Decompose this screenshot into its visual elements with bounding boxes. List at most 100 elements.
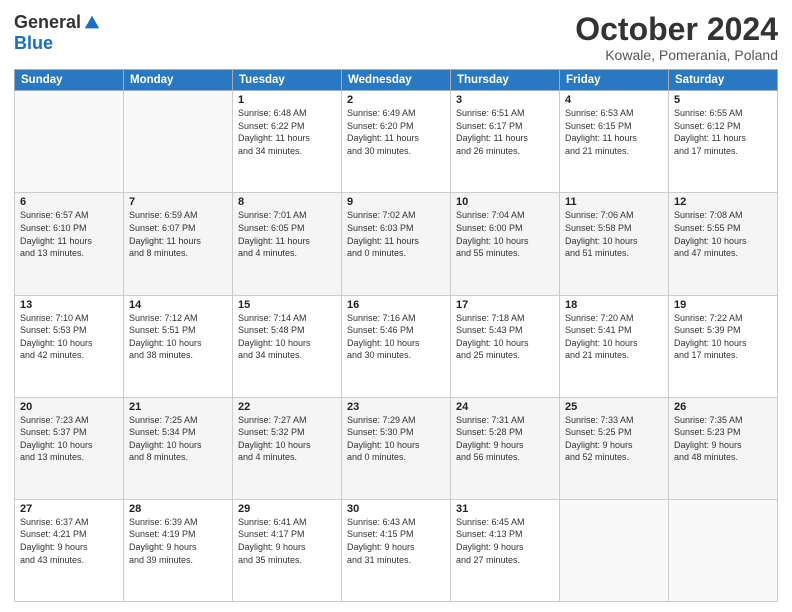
day-info: Sunrise: 6:55 AMSunset: 6:12 PMDaylight:… — [674, 107, 772, 157]
day-cell: 24Sunrise: 7:31 AMSunset: 5:28 PMDayligh… — [451, 397, 560, 499]
day-cell: 23Sunrise: 7:29 AMSunset: 5:30 PMDayligh… — [342, 397, 451, 499]
day-info: Sunrise: 7:06 AMSunset: 5:58 PMDaylight:… — [565, 209, 663, 259]
day-number: 22 — [238, 401, 336, 413]
day-cell: 20Sunrise: 7:23 AMSunset: 5:37 PMDayligh… — [15, 397, 124, 499]
day-cell — [15, 91, 124, 193]
day-number: 4 — [565, 94, 663, 106]
day-info: Sunrise: 7:18 AMSunset: 5:43 PMDaylight:… — [456, 312, 554, 362]
day-cell — [124, 91, 233, 193]
day-cell: 1Sunrise: 6:48 AMSunset: 6:22 PMDaylight… — [233, 91, 342, 193]
day-cell: 21Sunrise: 7:25 AMSunset: 5:34 PMDayligh… — [124, 397, 233, 499]
col-header-sunday: Sunday — [15, 70, 124, 91]
day-cell: 11Sunrise: 7:06 AMSunset: 5:58 PMDayligh… — [560, 193, 669, 295]
day-cell: 13Sunrise: 7:10 AMSunset: 5:53 PMDayligh… — [15, 295, 124, 397]
day-cell: 30Sunrise: 6:43 AMSunset: 4:15 PMDayligh… — [342, 499, 451, 601]
day-number: 6 — [20, 196, 118, 208]
week-row-0: 1Sunrise: 6:48 AMSunset: 6:22 PMDaylight… — [15, 91, 778, 193]
col-header-friday: Friday — [560, 70, 669, 91]
day-number: 19 — [674, 299, 772, 311]
day-cell: 31Sunrise: 6:45 AMSunset: 4:13 PMDayligh… — [451, 499, 560, 601]
day-cell: 28Sunrise: 6:39 AMSunset: 4:19 PMDayligh… — [124, 499, 233, 601]
col-header-tuesday: Tuesday — [233, 70, 342, 91]
day-cell: 2Sunrise: 6:49 AMSunset: 6:20 PMDaylight… — [342, 91, 451, 193]
day-cell — [560, 499, 669, 601]
day-cell: 25Sunrise: 7:33 AMSunset: 5:25 PMDayligh… — [560, 397, 669, 499]
day-cell: 3Sunrise: 6:51 AMSunset: 6:17 PMDaylight… — [451, 91, 560, 193]
day-number: 16 — [347, 299, 445, 311]
day-number: 12 — [674, 196, 772, 208]
day-cell: 7Sunrise: 6:59 AMSunset: 6:07 PMDaylight… — [124, 193, 233, 295]
week-row-2: 13Sunrise: 7:10 AMSunset: 5:53 PMDayligh… — [15, 295, 778, 397]
day-info: Sunrise: 7:02 AMSunset: 6:03 PMDaylight:… — [347, 209, 445, 259]
day-cell: 4Sunrise: 6:53 AMSunset: 6:15 PMDaylight… — [560, 91, 669, 193]
day-cell: 8Sunrise: 7:01 AMSunset: 6:05 PMDaylight… — [233, 193, 342, 295]
page: General Blue October 2024 Kowale, Pomera… — [0, 0, 792, 612]
day-number: 28 — [129, 503, 227, 515]
day-info: Sunrise: 7:25 AMSunset: 5:34 PMDaylight:… — [129, 414, 227, 464]
day-number: 17 — [456, 299, 554, 311]
day-number: 11 — [565, 196, 663, 208]
day-cell: 17Sunrise: 7:18 AMSunset: 5:43 PMDayligh… — [451, 295, 560, 397]
day-cell: 14Sunrise: 7:12 AMSunset: 5:51 PMDayligh… — [124, 295, 233, 397]
day-info: Sunrise: 7:22 AMSunset: 5:39 PMDaylight:… — [674, 312, 772, 362]
week-row-4: 27Sunrise: 6:37 AMSunset: 4:21 PMDayligh… — [15, 499, 778, 601]
day-cell: 12Sunrise: 7:08 AMSunset: 5:55 PMDayligh… — [669, 193, 778, 295]
day-info: Sunrise: 7:04 AMSunset: 6:00 PMDaylight:… — [456, 209, 554, 259]
week-row-3: 20Sunrise: 7:23 AMSunset: 5:37 PMDayligh… — [15, 397, 778, 499]
day-info: Sunrise: 6:43 AMSunset: 4:15 PMDaylight:… — [347, 516, 445, 566]
day-info: Sunrise: 6:51 AMSunset: 6:17 PMDaylight:… — [456, 107, 554, 157]
header-row: SundayMondayTuesdayWednesdayThursdayFrid… — [15, 70, 778, 91]
day-cell: 22Sunrise: 7:27 AMSunset: 5:32 PMDayligh… — [233, 397, 342, 499]
col-header-wednesday: Wednesday — [342, 70, 451, 91]
day-number: 14 — [129, 299, 227, 311]
day-number: 27 — [20, 503, 118, 515]
day-cell: 29Sunrise: 6:41 AMSunset: 4:17 PMDayligh… — [233, 499, 342, 601]
day-info: Sunrise: 6:45 AMSunset: 4:13 PMDaylight:… — [456, 516, 554, 566]
day-number: 10 — [456, 196, 554, 208]
day-cell: 6Sunrise: 6:57 AMSunset: 6:10 PMDaylight… — [15, 193, 124, 295]
day-info: Sunrise: 6:57 AMSunset: 6:10 PMDaylight:… — [20, 209, 118, 259]
day-info: Sunrise: 7:20 AMSunset: 5:41 PMDaylight:… — [565, 312, 663, 362]
day-cell: 15Sunrise: 7:14 AMSunset: 5:48 PMDayligh… — [233, 295, 342, 397]
col-header-monday: Monday — [124, 70, 233, 91]
day-number: 24 — [456, 401, 554, 413]
day-number: 31 — [456, 503, 554, 515]
day-number: 29 — [238, 503, 336, 515]
day-number: 20 — [20, 401, 118, 413]
logo: General Blue — [14, 12, 101, 54]
logo-blue: Blue — [14, 33, 53, 54]
day-number: 2 — [347, 94, 445, 106]
day-cell: 27Sunrise: 6:37 AMSunset: 4:21 PMDayligh… — [15, 499, 124, 601]
day-info: Sunrise: 7:12 AMSunset: 5:51 PMDaylight:… — [129, 312, 227, 362]
header: General Blue October 2024 Kowale, Pomera… — [14, 12, 778, 63]
day-info: Sunrise: 7:23 AMSunset: 5:37 PMDaylight:… — [20, 414, 118, 464]
day-number: 30 — [347, 503, 445, 515]
day-info: Sunrise: 6:41 AMSunset: 4:17 PMDaylight:… — [238, 516, 336, 566]
day-cell — [669, 499, 778, 601]
day-info: Sunrise: 7:10 AMSunset: 5:53 PMDaylight:… — [20, 312, 118, 362]
day-number: 18 — [565, 299, 663, 311]
day-info: Sunrise: 6:49 AMSunset: 6:20 PMDaylight:… — [347, 107, 445, 157]
subtitle: Kowale, Pomerania, Poland — [575, 47, 778, 63]
day-info: Sunrise: 7:33 AMSunset: 5:25 PMDaylight:… — [565, 414, 663, 464]
day-cell: 5Sunrise: 6:55 AMSunset: 6:12 PMDaylight… — [669, 91, 778, 193]
day-info: Sunrise: 6:48 AMSunset: 6:22 PMDaylight:… — [238, 107, 336, 157]
day-number: 21 — [129, 401, 227, 413]
day-number: 13 — [20, 299, 118, 311]
day-info: Sunrise: 6:37 AMSunset: 4:21 PMDaylight:… — [20, 516, 118, 566]
day-cell: 10Sunrise: 7:04 AMSunset: 6:00 PMDayligh… — [451, 193, 560, 295]
day-number: 9 — [347, 196, 445, 208]
day-number: 23 — [347, 401, 445, 413]
day-info: Sunrise: 6:59 AMSunset: 6:07 PMDaylight:… — [129, 209, 227, 259]
day-cell: 18Sunrise: 7:20 AMSunset: 5:41 PMDayligh… — [560, 295, 669, 397]
day-cell: 19Sunrise: 7:22 AMSunset: 5:39 PMDayligh… — [669, 295, 778, 397]
day-number: 25 — [565, 401, 663, 413]
day-info: Sunrise: 7:35 AMSunset: 5:23 PMDaylight:… — [674, 414, 772, 464]
day-cell: 9Sunrise: 7:02 AMSunset: 6:03 PMDaylight… — [342, 193, 451, 295]
day-info: Sunrise: 7:29 AMSunset: 5:30 PMDaylight:… — [347, 414, 445, 464]
day-info: Sunrise: 7:16 AMSunset: 5:46 PMDaylight:… — [347, 312, 445, 362]
day-number: 1 — [238, 94, 336, 106]
day-info: Sunrise: 7:08 AMSunset: 5:55 PMDaylight:… — [674, 209, 772, 259]
col-header-thursday: Thursday — [451, 70, 560, 91]
month-title: October 2024 — [575, 12, 778, 47]
